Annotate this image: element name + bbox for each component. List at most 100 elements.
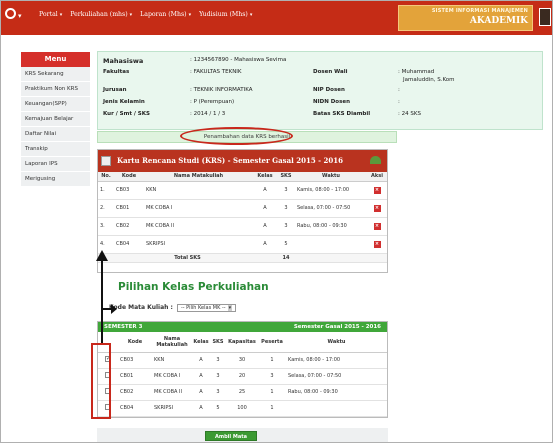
student-name-value: : 1234567890 - Mahasiswa Sevima (190, 57, 287, 63)
semester-header: SEMESTER 3 Semester Gasal 2015 - 2016 (98, 322, 387, 332)
cell-waktu (295, 235, 367, 254)
total-value: 14 (277, 253, 295, 263)
jurusan-value: : TEKNIK INFORMATIKA (190, 87, 253, 93)
cell-kode: CB04 (114, 235, 144, 254)
brand-title: AKADEMIK (469, 16, 528, 26)
kode-filter-value: -- Pilih Kelas MK -- (180, 305, 226, 311)
table-row: 1. CB03 KKN A 3 Kamis, 08:00 - 17:00 × (98, 181, 387, 200)
kode-filter: Kode Mata Kuliah : -- Pilih Kelas MK -- ▾ (109, 304, 237, 312)
sidebar-item-merigusing[interactable]: Merigusing (21, 172, 90, 187)
krs-table: No. Kode Nama Matakuliah Kelas SKS Waktu… (98, 172, 387, 263)
cell-kode: CB04 (118, 400, 152, 417)
cell-kode: CB03 (114, 181, 144, 200)
highlight-oval (180, 127, 293, 145)
document-icon (101, 156, 111, 166)
cell-kode: CB03 (118, 352, 152, 369)
sidebar-item-laporan-ips[interactable]: Laporan IPS (21, 157, 90, 172)
cell-kode: CB02 (118, 384, 152, 401)
cell-nama: MK COBA II (144, 217, 253, 236)
leaf-icon (370, 156, 381, 164)
cell-kode: CB01 (114, 199, 144, 218)
cell-no: 1. (98, 181, 114, 200)
nidn-value: : (398, 99, 400, 105)
col-kelas: Kelas (253, 172, 277, 182)
cell-kode: CB02 (114, 217, 144, 236)
cell-peserta: 3 (258, 368, 286, 385)
checkbox-highlight-box (91, 343, 111, 419)
total-label: Total SKS (98, 253, 277, 263)
table-row: 4. CB04 SKRIPSI A 5 × (98, 235, 387, 254)
delete-icon[interactable]: × (373, 240, 381, 248)
cell-kelas: A (253, 181, 277, 200)
kode-filter-select[interactable]: -- Pilih Kelas MK -- ▾ (176, 304, 237, 312)
table-row: CB03 KKN A 3 30 1 Kamis, 08:00 - 17:00 (98, 352, 387, 369)
student-info-panel: Mahasiswa : 1234567890 - Mahasiswa Sevim… (97, 51, 543, 130)
dosen-wali-label: Dosen Wali (313, 69, 348, 75)
kelas-panel: SEMESTER 3 Semester Gasal 2015 - 2016 Ko… (97, 321, 388, 418)
sidebar-item-daftar-nilai[interactable]: Daftar Nilai (21, 127, 90, 142)
avatar[interactable] (539, 8, 551, 26)
chevron-down-icon: ▾ (227, 305, 233, 311)
annotation-arrow-up-icon (96, 250, 108, 261)
cell-sks: 3 (210, 384, 226, 401)
nav-laporan[interactable]: Laporan (Mhs) ▾ (140, 11, 191, 18)
annotation-arrow-shaft (101, 260, 103, 343)
cell-waktu: Selasa, 07:00 - 07:50 (286, 368, 387, 385)
cell-kelas: A (192, 368, 210, 385)
batas-sks-label: Batas SKS Diambil (313, 111, 371, 117)
cell-nama: KKN (144, 181, 253, 200)
nav-portal[interactable]: Portal ▾ (39, 11, 62, 18)
chevron-down-icon: ▾ (129, 12, 133, 18)
chevron-down-icon: ▾ (249, 12, 253, 18)
delete-icon[interactable]: × (373, 186, 381, 194)
jurusan-label: Jurusan (103, 87, 127, 93)
col-waktu: Waktu (286, 332, 387, 353)
semester-right: Semester Gasal 2015 - 2016 (293, 324, 381, 330)
col-kode: Kode (118, 332, 152, 353)
chevron-down-icon: ▾ (188, 12, 192, 18)
cell-kelas: A (253, 235, 277, 254)
cell-nama: MK COBA II (152, 384, 192, 401)
settings-logo[interactable]: ▾ (5, 8, 22, 22)
cell-kapasitas: 25 (226, 384, 258, 401)
cell-sks: 3 (210, 352, 226, 369)
cell-kapasitas: 30 (226, 352, 258, 369)
cell-no: 3. (98, 217, 114, 236)
nav-yudisium[interactable]: Yudisium (Mhs) ▾ (199, 11, 252, 18)
dosen-wali-value-2: Jamaluddin, S.Kom (403, 77, 455, 83)
delete-icon[interactable]: × (373, 204, 381, 212)
sidebar-title: Menu (21, 52, 90, 67)
cell-kode: CB01 (118, 368, 152, 385)
nav-laporan-label: Laporan (Mhs) (140, 11, 187, 18)
cell-waktu: Rabu, 08:00 - 09:30 (295, 217, 367, 236)
ambil-matakuliah-button[interactable]: Ambil Mata Kuliah (205, 431, 257, 441)
semester-left: SEMESTER 3 (104, 324, 143, 330)
col-kapasitas: Kapasitas (226, 332, 258, 353)
col-waktu: Waktu (295, 172, 367, 182)
fakultas-value: : FAKULTAS TEKNIK (190, 69, 242, 75)
table-row: 2. CB01 MK COBA I A 3 Selasa, 07:00 - 07… (98, 199, 387, 218)
cell-waktu: Selasa, 07:00 - 07:50 (295, 199, 367, 218)
sidebar-item-kemajuan[interactable]: Kemajuan Belajar (21, 112, 90, 127)
sidebar-item-keuangan[interactable]: Keuangan(SPP) (21, 97, 90, 112)
delete-icon[interactable]: × (373, 222, 381, 230)
cell-kapasitas: 100 (226, 400, 258, 417)
nip-label: NIP Dosen (313, 87, 345, 93)
cell-sks: 5 (210, 400, 226, 417)
top-navbar: ▾ Portal ▾ Perkuliahan (mhs) ▾ Laporan (Mh… (1, 1, 552, 35)
cell-kelas: A (192, 400, 210, 417)
kelas-table: Kode Nama Matakuliah Kelas SKS Kapasitas… (98, 332, 387, 417)
col-no: No. (98, 172, 114, 182)
cell-sks: 3 (277, 217, 295, 236)
cell-waktu: Kamis, 08:00 - 17:00 (295, 181, 367, 200)
sidebar-item-krs-sekarang[interactable]: KRS Sekarang (21, 67, 90, 82)
nav-perkuliahan[interactable]: Perkuliahan (mhs) ▾ (70, 11, 132, 18)
sidebar-item-transkip[interactable]: Transkip (21, 142, 90, 157)
col-nama: Nama Matakuliah (144, 172, 253, 182)
sidebar-item-praktikum[interactable]: Praktikum Non KRS (21, 82, 90, 97)
col-aksi: Aksi (367, 172, 387, 182)
cell-peserta: 1 (258, 384, 286, 401)
cell-waktu (286, 400, 387, 417)
col-nama: Nama Matakuliah (152, 332, 192, 353)
cell-waktu: Rabu, 08:00 - 09:30 (286, 384, 387, 401)
